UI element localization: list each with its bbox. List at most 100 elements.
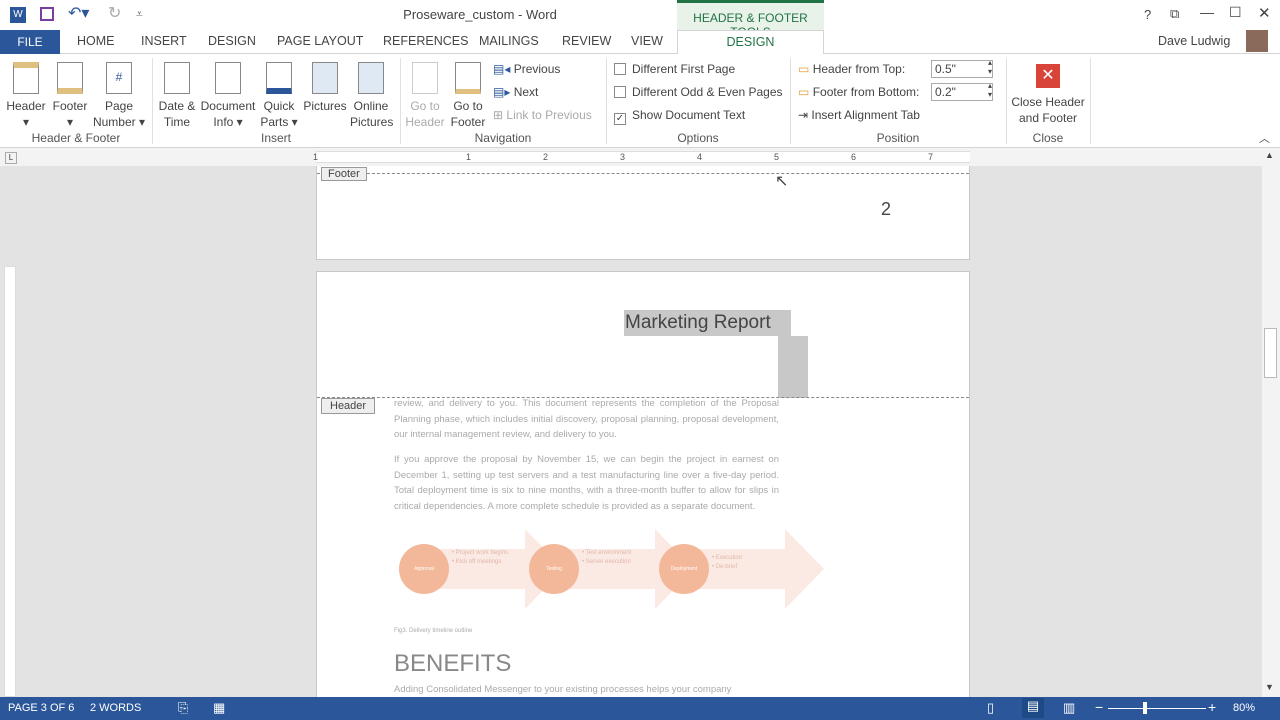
tab-references[interactable]: REFERENCES: [383, 34, 468, 48]
page-3[interactable]: Marketing Report Header review, and deli…: [316, 271, 970, 697]
group-label-header-footer: Header & Footer: [31, 131, 121, 145]
header-title[interactable]: Marketing Report: [624, 310, 791, 336]
tab-selector-icon[interactable]: L: [5, 152, 17, 164]
word-count[interactable]: 2 WORDS: [90, 702, 141, 714]
tab-view[interactable]: VIEW: [631, 34, 663, 48]
quick-parts-icon: [266, 62, 292, 94]
tab-review[interactable]: REVIEW: [562, 34, 611, 48]
online-pictures-icon: [358, 62, 384, 94]
tab-file[interactable]: FILE: [0, 30, 60, 54]
page-count[interactable]: PAGE 3 OF 6: [8, 702, 74, 714]
tab-home[interactable]: HOME: [77, 34, 115, 48]
page-2-footer[interactable]: Footer 2: [316, 166, 970, 260]
different-first-page-checkbox[interactable]: Different First Page: [614, 62, 735, 76]
previous-button[interactable]: ▤◂ Previous: [493, 62, 560, 76]
tab-insert[interactable]: INSERT: [141, 34, 187, 48]
header-shape: [778, 336, 808, 398]
tab-design[interactable]: DESIGN: [208, 34, 256, 48]
go-to-footer-icon: [455, 62, 481, 94]
group-label-insert: Insert: [260, 131, 291, 145]
pictures-icon: [312, 62, 338, 94]
help-button[interactable]: ?: [1144, 7, 1151, 22]
header-position-icon: ▭: [798, 62, 810, 76]
diagram-node: Deployment: [659, 544, 709, 594]
document-area[interactable]: Footer 2 Marketing Report Header review,…: [0, 166, 1262, 697]
timeline-diagram: Approval • Project work begins • Kick of…: [394, 524, 824, 619]
go-to-footer-button[interactable]: Go to Footer: [448, 62, 488, 130]
avatar[interactable]: [1246, 30, 1268, 52]
calendar-clock-icon: [164, 62, 190, 94]
header-tag: Header: [321, 398, 376, 414]
zoom-out-button[interactable]: −: [1095, 699, 1103, 715]
different-odd-even-checkbox[interactable]: Different Odd & Even Pages: [614, 85, 783, 99]
header-spinner[interactable]: ▴ ▾: [988, 58, 992, 76]
footer-button[interactable]: Footer ▾: [50, 62, 90, 130]
document-info-icon: [215, 62, 241, 94]
page-number[interactable]: 2: [881, 199, 891, 220]
link-icon: ⊞: [493, 108, 504, 122]
body-paragraph: If you approve the proposal by November …: [394, 454, 779, 512]
go-to-header-icon: [412, 62, 438, 94]
date-time-button[interactable]: Date & Time: [156, 62, 198, 130]
diagram-node: Testing: [529, 544, 579, 594]
group-label-options: Options: [677, 131, 719, 145]
read-mode-icon[interactable]: ▯: [987, 700, 994, 716]
scroll-up-icon[interactable]: ▲: [1265, 150, 1274, 160]
show-document-text-checkbox[interactable]: ✓ Show Document Text: [614, 108, 745, 125]
ribbon-tabs: HOME INSERT DESIGN PAGE LAYOUT REFERENCE…: [0, 30, 1280, 54]
print-layout-icon[interactable]: ▤: [1022, 698, 1044, 718]
section-heading: BENEFITS: [394, 650, 512, 677]
title-bar: W ↶▾ ↻ ⩡ Proseware_custom - Word HEADER …: [0, 0, 1280, 39]
header-from-top-input[interactable]: 0.5": [931, 60, 993, 78]
maximize-button[interactable]: ☐: [1229, 4, 1242, 21]
zoom-slider[interactable]: [1108, 708, 1206, 709]
zoom-in-button[interactable]: +: [1208, 699, 1216, 715]
scroll-thumb[interactable]: [1264, 328, 1277, 378]
status-bar: PAGE 3 OF 6 2 WORDS ⎘ ▦ ▯ ▤ ▥ − + 80%: [0, 697, 1280, 720]
page-number-button[interactable]: # Page Number ▾: [92, 62, 146, 130]
quick-parts-button[interactable]: Quick Parts ▾: [260, 62, 298, 130]
next-icon: ▤▸: [493, 85, 511, 99]
footer-spinner[interactable]: ▴ ▾: [988, 81, 992, 99]
header-button[interactable]: Header ▾: [6, 62, 46, 130]
collapse-ribbon-icon[interactable]: ︿: [1259, 130, 1270, 146]
body-paragraph: Adding Consolidated Messenger to your ex…: [394, 684, 732, 695]
header-icon: [13, 62, 39, 94]
scroll-down-icon[interactable]: ▼: [1265, 682, 1274, 692]
tab-header-footer-design[interactable]: DESIGN: [677, 30, 824, 55]
checkmark-icon: ✓: [614, 113, 626, 125]
zoom-slider-thumb[interactable]: [1143, 702, 1147, 714]
user-name[interactable]: Dave Ludwig: [1158, 34, 1230, 48]
web-layout-icon[interactable]: ▥: [1063, 700, 1075, 716]
footer-from-bottom-input[interactable]: 0.2": [931, 83, 993, 101]
online-pictures-button[interactable]: Online Pictures: [350, 62, 393, 130]
next-button[interactable]: ▤▸ Next: [493, 85, 538, 99]
horizontal-ruler[interactable]: L 1 1 2 3 4 5 6 7: [0, 148, 1280, 166]
footer-tag: Footer: [321, 167, 367, 181]
macro-icon[interactable]: ▦: [213, 700, 225, 716]
group-label-navigation: Navigation: [474, 131, 532, 145]
pictures-button[interactable]: Pictures: [302, 62, 348, 114]
page-number-icon: #: [106, 62, 132, 94]
tab-mailings[interactable]: MAILINGS: [479, 34, 539, 48]
previous-icon: ▤◂: [493, 62, 511, 76]
document-info-button[interactable]: Document Info ▾: [200, 62, 256, 130]
proofing-icon[interactable]: ⎘: [178, 700, 188, 716]
close-header-footer-button[interactable]: ✕ Close Header and Footer: [1010, 64, 1086, 126]
vertical-ruler[interactable]: [4, 266, 16, 697]
zoom-level[interactable]: 80%: [1233, 702, 1255, 714]
insert-alignment-tab-button[interactable]: ⇥ Insert Alignment Tab: [798, 108, 920, 122]
footer-position-icon: ▭: [798, 85, 810, 99]
group-label-close: Close: [1032, 131, 1064, 145]
minimize-button[interactable]: —: [1200, 4, 1214, 20]
ribbon-display-icon[interactable]: ⧉: [1170, 6, 1179, 22]
footer-from-bottom-label: ▭ Footer from Bottom:: [798, 85, 920, 99]
vertical-scrollbar[interactable]: ▲ ▼: [1262, 148, 1280, 697]
header-from-top-label: ▭ Header from Top:: [798, 62, 906, 76]
close-window-button[interactable]: ✕: [1258, 4, 1271, 22]
tab-page-layout[interactable]: PAGE LAYOUT: [277, 34, 363, 48]
close-x-icon: ✕: [1036, 64, 1060, 88]
group-label-position: Position: [876, 131, 920, 145]
ribbon: Header ▾ Footer ▾ # Page Number ▾ Header & …: [0, 54, 1280, 148]
body-paragraph: review, and delivery to you. This docume…: [394, 398, 779, 440]
